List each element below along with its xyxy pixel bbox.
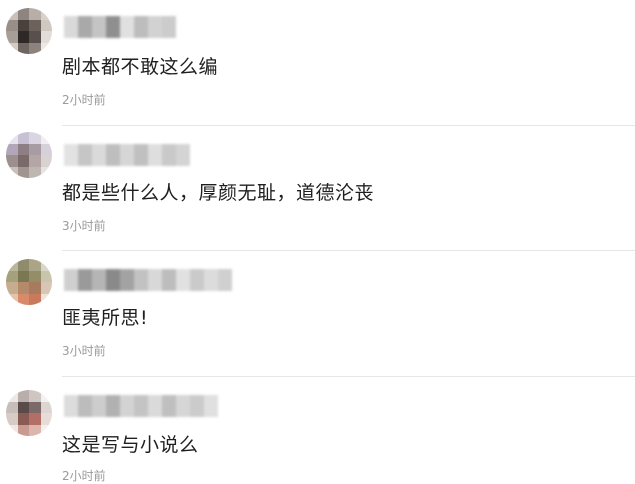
avatar[interactable] — [6, 8, 52, 54]
comment-text: 剧本都不敢这么编 — [62, 56, 219, 78]
username-blurred[interactable] — [64, 144, 190, 166]
username-blurred[interactable] — [64, 16, 176, 38]
comment-item: 匪夷所思! 3小时前 — [0, 251, 635, 377]
comment-item: 这是写与小说么 2小时前 — [0, 377, 635, 483]
comment-text: 都是些什么人，厚颜无耻，道德沦丧 — [62, 182, 375, 204]
avatar[interactable] — [6, 259, 52, 305]
comment-item: 剧本都不敢这么编 2小时前 — [0, 0, 635, 126]
comment-time: 2小时前 — [62, 93, 106, 107]
username-blurred[interactable] — [64, 395, 218, 417]
comment-time: 3小时前 — [62, 344, 106, 358]
comment-text: 匪夷所思! — [62, 307, 149, 329]
avatar[interactable] — [6, 390, 52, 436]
comment-item: 都是些什么人，厚颜无耻，道德沦丧 3小时前 — [0, 126, 635, 252]
comment-text: 这是写与小说么 — [62, 434, 199, 456]
username-blurred[interactable] — [64, 269, 232, 291]
avatar[interactable] — [6, 132, 52, 178]
comment-time: 3小时前 — [62, 219, 106, 233]
comment-time: 2小时前 — [62, 469, 106, 483]
